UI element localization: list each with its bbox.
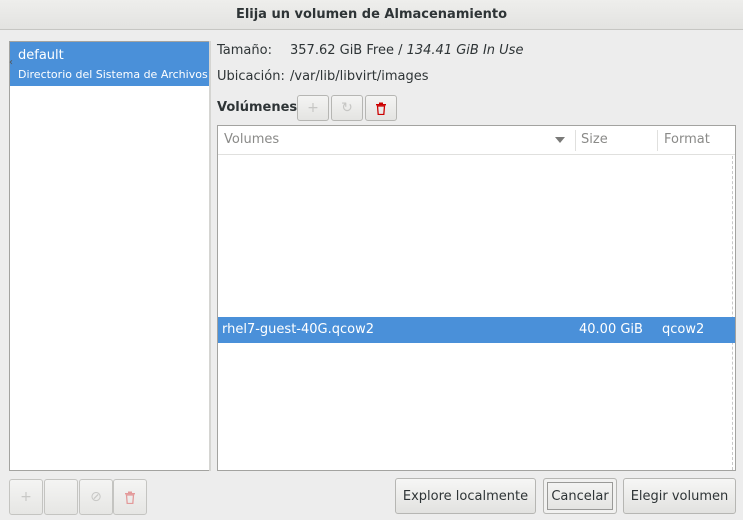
volumes-label: Volúmenes: [217, 100, 298, 115]
stop-pool-button[interactable]: ⊘: [79, 479, 113, 515]
table-row[interactable]: rhel7-guest-40G.qcow2 40.00 GiB qcow2: [218, 317, 735, 343]
column-header-format[interactable]: Format: [664, 126, 710, 154]
used-space: 134.41 GiB In Use: [406, 43, 524, 58]
pane-splitter[interactable]: [209, 41, 211, 471]
start-pool-button[interactable]: [44, 479, 78, 515]
volume-format: qcow2: [662, 322, 705, 337]
add-icon: +: [20, 489, 32, 505]
refresh-icon: ↻: [341, 100, 353, 116]
delete-icon: [376, 102, 386, 115]
column-header-size[interactable]: Size: [581, 126, 608, 154]
free-space: 357.62 GiB Free /: [290, 43, 403, 58]
delete-icon: [125, 491, 135, 504]
refresh-volumes-button[interactable]: ↻: [331, 95, 363, 121]
pool-type: Directorio del Sistema de Archivos: [18, 68, 208, 81]
volume-size: 40.00 GiB: [579, 322, 643, 337]
pool-name: default: [18, 48, 64, 63]
browse-local-button[interactable]: Explore localmente: [395, 478, 536, 514]
delete-volume-button[interactable]: [365, 95, 397, 121]
scroll-indicator: [732, 156, 733, 470]
stop-icon: ⊘: [90, 489, 102, 505]
add-pool-button[interactable]: +: [9, 479, 43, 515]
location-value: /var/lib/libvirt/images: [290, 69, 429, 84]
cancel-button[interactable]: Cancelar: [543, 478, 617, 514]
column-separator: [657, 130, 658, 151]
size-value: 357.62 GiB Free / 134.41 GiB In Use: [290, 43, 523, 58]
chevron-left-icon[interactable]: ‹: [9, 57, 13, 68]
column-separator: [575, 130, 576, 151]
add-volume-button[interactable]: +: [297, 95, 329, 121]
volumes-table[interactable]: Volumes Size Format rhel7-guest-40G.qcow…: [217, 125, 736, 471]
table-header: Volumes Size Format: [218, 126, 735, 155]
storage-pool-list[interactable]: default Directorio del Sistema de Archiv…: [9, 41, 210, 471]
choose-volume-button[interactable]: Elegir volumen: [623, 478, 736, 514]
size-label: Tamaño:: [217, 43, 272, 58]
dialog-title: Elija un volumen de Almacenamiento: [0, 0, 743, 30]
pool-item-default[interactable]: default Directorio del Sistema de Archiv…: [10, 42, 209, 86]
delete-pool-button[interactable]: [113, 479, 147, 515]
location-label: Ubicación:: [217, 69, 285, 84]
column-header-volumes[interactable]: Volumes: [224, 126, 279, 154]
volume-name: rhel7-guest-40G.qcow2: [222, 322, 374, 337]
sort-down-icon: [555, 137, 565, 143]
add-icon: +: [307, 100, 319, 116]
